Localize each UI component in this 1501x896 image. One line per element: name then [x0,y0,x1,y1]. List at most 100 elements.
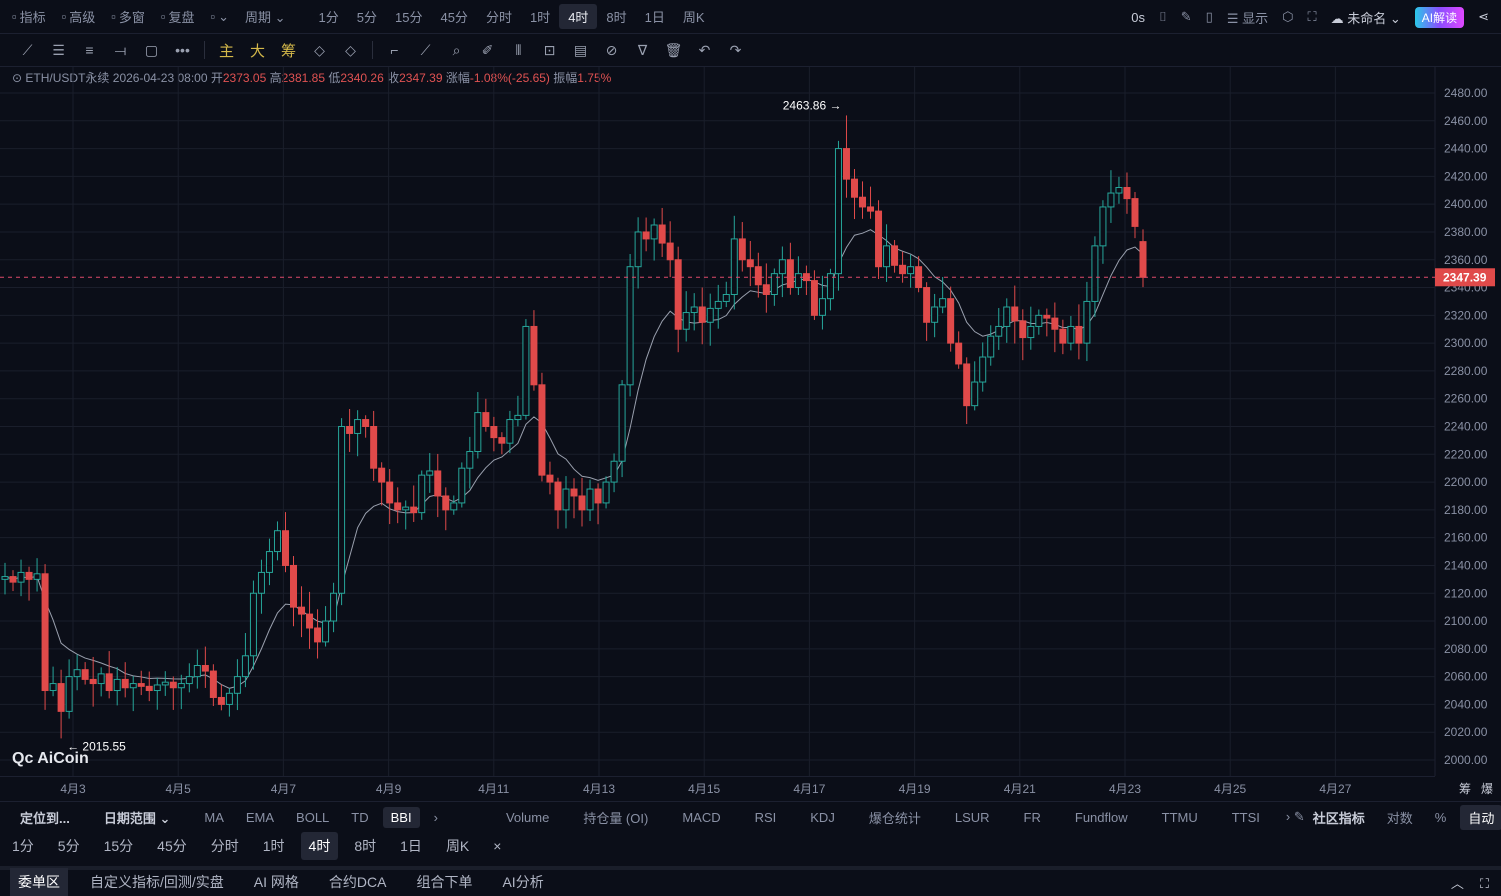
ai-interpret-button[interactable]: AI解读 [1414,6,1465,28]
refresh-icon[interactable]: ◇ [304,42,335,59]
top-item-2[interactable]: ▫ 多窗 [111,7,145,26]
period-bottom-3[interactable]: 45分 [149,832,195,860]
fullscreen-icon[interactable]: ⛶ [1307,9,1316,25]
top-item-5[interactable]: 周期 ⌄ [245,7,286,26]
period-bottom-1[interactable]: 5分 [50,832,88,860]
lock-icon[interactable]: ⊡ [534,42,565,59]
period-5[interactable]: 1时 [521,4,559,29]
auto-toggle[interactable]: 自动 [1460,804,1501,830]
candle-up [626,266,634,386]
bookmark-icon[interactable]: ▯ [1206,9,1213,25]
period-1[interactable]: 5分 [348,4,386,29]
draw-tool-icon-3[interactable]: ⟞ [105,42,136,59]
draw-tool-icon-5[interactable]: ••• [167,42,198,58]
bottom-tab-4[interactable]: 组合下单 [408,868,480,896]
bottom-tab-3[interactable]: 合约DCA [321,868,395,896]
sub-indicator[interactable]: KDJ [802,807,843,828]
note-icon[interactable]: ▤ [565,42,596,59]
link-icon[interactable]: ⊘ [596,42,627,59]
close-icon[interactable]: × [485,834,509,858]
more-icon[interactable]: › [426,807,446,828]
more-icon[interactable]: › ✎ [1286,809,1305,825]
chevron-up-icon[interactable]: ︿ [1451,876,1464,891]
main-indicator-bbi[interactable]: BBI [382,806,420,828]
draw-tool-icon-4[interactable]: ▢ [136,42,167,59]
overlay-toggle-1[interactable]: 大 [242,40,273,61]
period-2[interactable]: 15分 [386,4,431,29]
main-indicator-td[interactable]: TD [343,807,376,828]
top-item-3[interactable]: ▫ 复盘 [161,7,195,26]
period-6[interactable]: 4时 [559,4,598,29]
ruler-icon[interactable]: ⟋ [410,42,441,59]
period-9[interactable]: 周K [674,4,714,29]
sub-indicator[interactable]: 爆仓统计 [861,805,929,830]
main-indicator-ma[interactable]: MA [196,807,232,828]
bottom-tab-1[interactable]: 自定义指标/回测/实盘 [82,868,232,896]
top-item-4[interactable]: ▫ ⌄ [211,7,230,26]
period-bottom-9[interactable]: 周K [438,832,477,860]
period-3[interactable]: 45分 [431,4,476,29]
expand-icon[interactable]: ⛶ [1480,876,1489,891]
community-indicators[interactable]: 社区指标 [1305,805,1373,830]
filter-icon[interactable]: ∇ [627,42,658,59]
magnet-icon[interactable]: ◇ [335,42,366,59]
display-button[interactable]: ☰ 显示 [1227,8,1268,27]
sub-indicator[interactable]: FR [1016,807,1049,828]
trash-icon[interactable]: 🗑 [658,42,689,59]
period-bottom-5[interactable]: 1时 [255,832,293,860]
overlay-toggle-0[interactable]: 主 [211,40,242,61]
main-indicator-ema[interactable]: EMA [238,807,282,828]
sub-indicator[interactable]: TTMU [1154,807,1206,828]
period-bottom-2[interactable]: 15分 [96,832,142,860]
layout-button[interactable]: ☁ 未命名 ⌄ [1331,8,1401,27]
candlestick-chart[interactable]: 2480.00 2460.00 2440.00 2420.00 2400.00 2380.… [0,67,1501,776]
candle-up [602,481,610,504]
overlay-toggle-2[interactable]: 筹 [273,40,304,61]
undo-icon[interactable]: ↶ [689,42,720,59]
sub-indicator[interactable]: TTSI [1224,807,1268,828]
date-range-button[interactable]: 日期范围 ⌄ [96,805,179,830]
top-item-0[interactable]: ▫ 指标 [12,7,46,26]
settings-icon[interactable]: ⬡ [1282,9,1293,25]
draw-tool-icon-2[interactable]: ≡ [74,42,105,58]
bottom-tab-0[interactable]: 委单区 [10,868,68,896]
share-icon[interactable]: ⋖ [1478,9,1489,25]
redo-icon[interactable]: ↷ [720,42,751,59]
y-tick-label: 2080.00 [1444,642,1488,656]
main-indicator-boll[interactable]: BOLL [288,807,337,828]
period-bottom-8[interactable]: 1日 [392,832,430,860]
draw-tool-icon-0[interactable]: ⟋ [12,42,43,59]
bookmark-icon[interactable]: ⌐ [379,42,410,58]
sub-indicator[interactable]: Fundflow [1067,807,1136,828]
pen-icon[interactable]: ✎ [1181,9,1192,25]
bottom-tab-5[interactable]: AI分析 [494,868,551,896]
sub-indicator[interactable]: 持仓量 (OI) [575,805,656,830]
period-4[interactable]: 分时 [477,4,521,29]
candles-icon[interactable]: ⫴ [503,42,534,59]
candle-up [987,335,995,358]
candle-down [859,196,867,208]
top-item-1[interactable]: ▫ 高级 [62,7,96,26]
axis-toggle[interactable]: 爆 [1481,780,1493,797]
locate-button[interactable]: 定位到... [12,805,78,830]
period-0[interactable]: 1分 [310,4,348,29]
period-bottom-4[interactable]: 分时 [203,832,247,860]
zoom-icon[interactable]: ⌕ [441,42,472,59]
sub-indicator[interactable]: Volume [498,807,557,828]
log-toggle[interactable]: 对数 [1379,805,1421,830]
axis-toggle[interactable]: 筹 [1459,780,1471,797]
sub-indicator[interactable]: MACD [674,807,728,828]
draw-tool-icon-1[interactable]: ☰ [43,42,74,59]
period-bottom-0[interactable]: 1分 [4,832,42,860]
period-bottom-6[interactable]: 4时 [300,832,339,860]
sub-indicator[interactable]: LSUR [947,807,998,828]
percent-toggle[interactable]: % [1427,807,1455,828]
period-bottom-7[interactable]: 8时 [346,832,384,860]
candle-up [586,488,594,511]
eraser-icon[interactable]: ✐ [472,42,503,59]
bottom-tab-2[interactable]: AI 网格 [246,868,307,896]
period-7[interactable]: 8时 [597,4,635,29]
sub-indicator[interactable]: RSI [747,807,785,828]
period-8[interactable]: 1日 [636,4,674,29]
camera-icon[interactable]: ⌷ [1159,9,1167,25]
